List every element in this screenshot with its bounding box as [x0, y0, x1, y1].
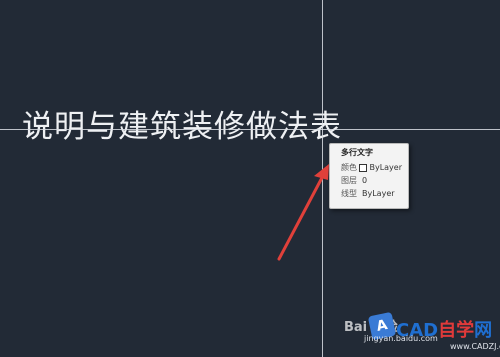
watermark-url: jingyan.baidu.com [364, 334, 438, 343]
tooltip-row-layer: 图层 0 [341, 174, 402, 187]
quick-properties-tooltip: 多行文字 颜色 ByLayer 图层 0 线型 ByLayer [329, 143, 409, 209]
red-arrow-annotation [277, 164, 329, 261]
watermark: Bai 经验 A CAD自学网 jingyan.baidu.com www.CA… [340, 311, 500, 357]
color-swatch-icon [359, 163, 368, 172]
tooltip-key: 图层 [341, 176, 357, 185]
crosshair-vertical [322, 0, 323, 357]
tooltip-key: 线型 [341, 189, 357, 198]
tooltip-key: 颜色 [341, 163, 357, 172]
tooltip-value: ByLayer [362, 189, 395, 198]
tooltip-row-color: 颜色 ByLayer [341, 161, 402, 174]
mtext-object[interactable]: 说明与建筑装修做法表 [22, 107, 342, 147]
tooltip-title: 多行文字 [341, 148, 373, 157]
tooltip-row-linetype: 线型 ByLayer [341, 187, 402, 200]
crosshair-horizontal [0, 129, 500, 130]
tooltip-value: ByLayer [369, 163, 402, 172]
watermark-url-2: www.CADZJ.com [450, 342, 500, 351]
tooltip-value: 0 [362, 176, 368, 185]
drawing-canvas[interactable]: 说明与建筑装修做法表 多行文字 颜色 ByLayer 图层 0 线型 ByLay… [0, 0, 500, 357]
